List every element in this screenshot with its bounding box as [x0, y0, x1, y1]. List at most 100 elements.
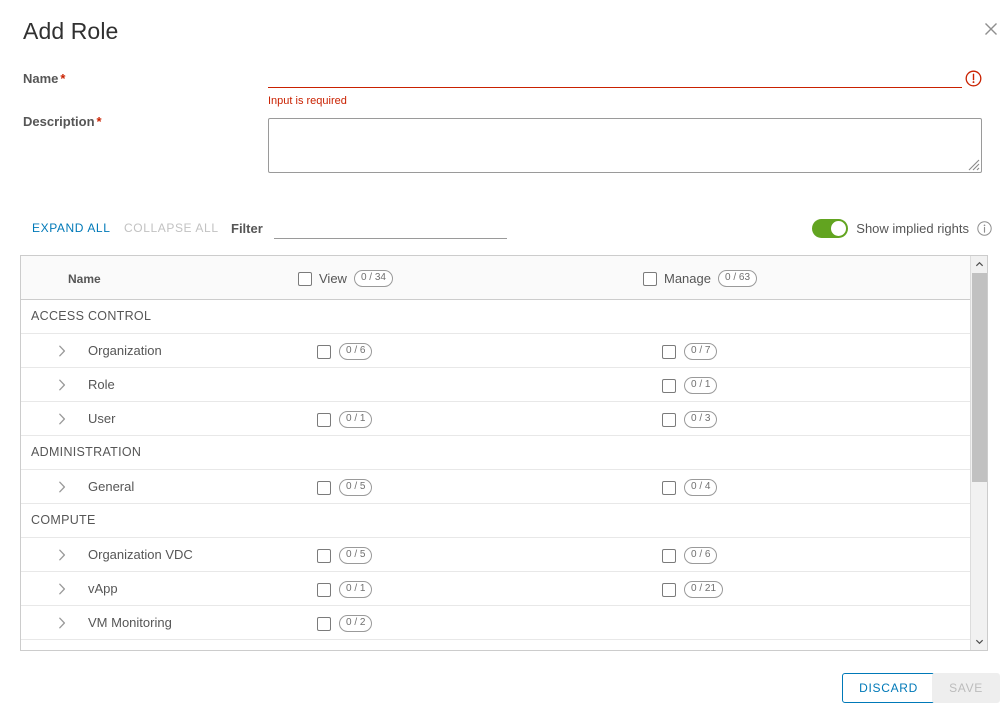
- name-input[interactable]: [268, 66, 962, 88]
- manage-checkbox[interactable]: [662, 548, 676, 563]
- description-textarea[interactable]: [268, 118, 982, 173]
- name-input-wrapper: [268, 66, 962, 90]
- table-row[interactable]: User 0 / 1 0 / 3: [21, 402, 987, 436]
- rights-table-scrollbar[interactable]: [970, 256, 987, 650]
- manage-count-badge: 0 / 6: [684, 547, 718, 564]
- view-count-badge: 0 / 5: [339, 547, 373, 564]
- manage-total-count-badge: 0 / 63: [717, 270, 758, 287]
- view-cell: 0 / 2: [317, 615, 373, 632]
- rights-item-label: User: [88, 411, 116, 426]
- view-cell: 0 / 5: [317, 547, 373, 564]
- description-field-label: Description *: [23, 114, 102, 129]
- table-row[interactable]: General 0 / 5 0 / 4: [21, 470, 987, 504]
- view-cell: 0 / 1: [317, 581, 373, 598]
- scrollbar-thumb[interactable]: [972, 273, 987, 482]
- filter-label: Filter: [231, 221, 263, 236]
- manage-select-all-checkbox[interactable]: [643, 271, 657, 286]
- rights-item-label: vApp: [88, 581, 118, 596]
- column-header-view: View 0 / 34: [298, 270, 393, 287]
- manage-cell: 0 / 6: [662, 547, 718, 564]
- show-implied-rights-group: Show implied rights: [812, 219, 992, 238]
- expand-all-button[interactable]: EXPAND ALL: [32, 221, 110, 235]
- manage-checkbox[interactable]: [662, 378, 676, 393]
- view-count-badge: 0 / 6: [339, 343, 373, 360]
- exclamation-circle-icon: [965, 70, 982, 87]
- discard-button[interactable]: DISCARD: [842, 673, 935, 703]
- view-checkbox[interactable]: [317, 412, 331, 427]
- rights-toolbar: EXPAND ALL COLLAPSE ALL Filter Show impl…: [0, 214, 1008, 244]
- info-circle-icon[interactable]: [977, 221, 992, 236]
- manage-count-badge: 0 / 3: [684, 411, 718, 428]
- view-total-count-badge: 0 / 34: [353, 270, 393, 287]
- manage-cell: 0 / 1: [662, 377, 718, 394]
- rights-group-label: ACCESS CONTROL: [31, 309, 152, 323]
- table-row[interactable]: VM Monitoring 0 / 2: [21, 606, 987, 640]
- page-title: Add Role: [23, 18, 119, 44]
- rights-table-body: ACCESS CONTROL Organization 0 / 6 0 / 7 Role…: [21, 300, 987, 650]
- manage-count-badge: 0 / 1: [684, 377, 718, 394]
- manage-count-badge: 0 / 7: [684, 343, 718, 360]
- name-error-message: Input is required: [268, 95, 347, 107]
- view-select-all-checkbox[interactable]: [298, 271, 312, 286]
- manage-checkbox[interactable]: [662, 344, 676, 359]
- column-header-manage: Manage 0 / 63: [643, 270, 758, 287]
- manage-cell: 0 / 4: [662, 479, 718, 496]
- rights-item-label: Organization VDC: [88, 547, 193, 562]
- modal-footer: DISCARD SAVE: [0, 661, 1008, 719]
- modal-header: Add Role: [0, 0, 1008, 56]
- view-checkbox[interactable]: [317, 548, 331, 563]
- view-cell: 0 / 5: [317, 479, 373, 496]
- view-checkbox[interactable]: [317, 616, 331, 631]
- view-count-badge: 0 / 2: [339, 615, 373, 632]
- table-row[interactable]: Role 0 / 1: [21, 368, 987, 402]
- view-count-badge: 0 / 1: [339, 581, 373, 598]
- manage-checkbox[interactable]: [662, 582, 676, 597]
- toggle-knob: [831, 221, 847, 236]
- scroll-up-arrow-icon[interactable]: [971, 256, 987, 273]
- manage-header-label: Manage: [664, 271, 711, 286]
- table-row[interactable]: Organization 0 / 6 0 / 7: [21, 334, 987, 368]
- manage-cell: 0 / 21: [662, 581, 724, 598]
- save-button: SAVE: [932, 673, 1000, 703]
- manage-checkbox[interactable]: [662, 480, 676, 495]
- chevron-right-icon[interactable]: [55, 616, 69, 630]
- rights-item-label: General: [88, 479, 135, 494]
- chevron-right-icon[interactable]: [55, 412, 69, 426]
- view-header-label: View: [319, 271, 347, 286]
- filter-input[interactable]: [274, 219, 507, 239]
- scroll-down-arrow-icon[interactable]: [971, 633, 987, 650]
- name-required-marker: *: [60, 71, 66, 86]
- rights-table: Name View 0 / 34 Manage 0 / 63 ACCESS CO…: [20, 255, 988, 651]
- manage-cell: 0 / 7: [662, 343, 718, 360]
- rights-item-label: VM Monitoring: [88, 615, 172, 630]
- rights-item-label: Organization: [88, 343, 162, 358]
- close-icon[interactable]: [980, 18, 1002, 40]
- manage-count-badge: 0 / 4: [684, 479, 718, 496]
- rights-group-label: ADMINISTRATION: [31, 445, 142, 459]
- chevron-right-icon[interactable]: [55, 344, 69, 358]
- name-label-text: Name: [23, 71, 59, 86]
- collapse-all-button[interactable]: COLLAPSE ALL: [124, 221, 219, 235]
- rights-item-label: Role: [88, 377, 115, 392]
- view-count-badge: 0 / 5: [339, 479, 373, 496]
- rights-group-row: ACCESS CONTROL: [21, 300, 987, 334]
- view-checkbox[interactable]: [317, 480, 331, 495]
- show-implied-rights-label: Show implied rights: [856, 221, 969, 236]
- chevron-right-icon[interactable]: [55, 480, 69, 494]
- manage-cell: 0 / 3: [662, 411, 718, 428]
- view-checkbox[interactable]: [317, 582, 331, 597]
- rights-group-row: ADMINISTRATION: [21, 436, 987, 470]
- rights-table-header: Name View 0 / 34 Manage 0 / 63: [21, 256, 987, 300]
- table-row[interactable]: Organization VDC 0 / 5 0 / 6: [21, 538, 987, 572]
- view-cell: 0 / 1: [317, 411, 373, 428]
- description-label-text: Description: [23, 114, 95, 129]
- chevron-right-icon[interactable]: [55, 548, 69, 562]
- rights-group-row: COMPUTE: [21, 504, 987, 538]
- manage-checkbox[interactable]: [662, 412, 676, 427]
- table-row[interactable]: vApp 0 / 1 0 / 21: [21, 572, 987, 606]
- show-implied-rights-toggle[interactable]: [812, 219, 849, 238]
- chevron-right-icon[interactable]: [55, 582, 69, 596]
- view-checkbox[interactable]: [317, 344, 331, 359]
- rights-group-label: COMPUTE: [31, 513, 96, 527]
- chevron-right-icon[interactable]: [55, 378, 69, 392]
